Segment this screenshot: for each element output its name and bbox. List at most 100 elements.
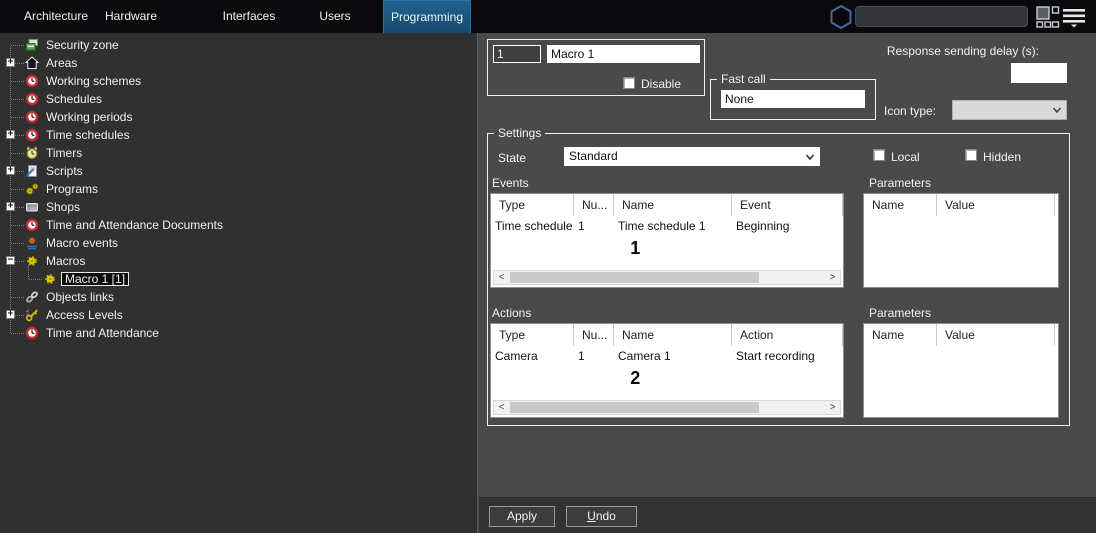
tree-item-scripts[interactable]: +Scripts	[0, 162, 478, 180]
macro-identity-groupbox: Disable	[487, 39, 705, 96]
tree-item-label: Areas	[43, 56, 80, 70]
column-header[interactable]: Action	[732, 324, 843, 346]
macro-number-field[interactable]	[493, 45, 541, 63]
red-clock-icon	[25, 74, 39, 88]
macro-icon	[25, 254, 39, 268]
tree-item-timers[interactable]: Timers	[0, 144, 478, 162]
expand-icon[interactable]: +	[6, 310, 15, 319]
table-row[interactable]: Time schedule1Time schedule 1Beginning	[491, 216, 843, 236]
scrollbar-thumb[interactable]	[510, 272, 759, 283]
search-input[interactable]	[855, 6, 1028, 27]
table-row[interactable]: Camera1Camera 1Start recording	[491, 346, 843, 366]
tree-item-areas[interactable]: + Areas	[0, 54, 478, 72]
column-header[interactable]: Name	[614, 324, 732, 346]
red-clock-icon	[25, 218, 39, 232]
expand-icon[interactable]: +	[6, 130, 15, 139]
events-table[interactable]: TypeNu...NameEventTime schedule1Time sch…	[490, 193, 844, 288]
tree-item-macro-events[interactable]: Macro events	[0, 234, 478, 252]
tree-item-label: Macros	[43, 254, 88, 268]
red-clock-icon	[25, 92, 39, 106]
tree-item-time-and-attendance[interactable]: Time and Attendance	[0, 324, 478, 342]
table-cell: Camera 1	[614, 346, 732, 366]
scroll-right-icon[interactable]: >	[825, 271, 840, 284]
table-cell: 1	[574, 216, 614, 236]
column-header[interactable]: Type	[491, 324, 574, 346]
column-header[interactable]: Name	[864, 324, 937, 346]
tree-item-label: Time schedules	[43, 128, 133, 142]
tree-item-shops[interactable]: +Shops	[0, 198, 478, 216]
tree-item-schedules[interactable]: Schedules	[0, 90, 478, 108]
state-label: State	[498, 151, 526, 165]
events-parameters-table[interactable]: NameValue	[863, 193, 1059, 288]
state-value: Standard	[569, 149, 618, 163]
tab-hardware[interactable]: Hardware	[87, 0, 175, 33]
local-checkbox-label: Local	[891, 150, 920, 164]
chevron-down-icon	[1052, 105, 1062, 115]
scroll-left-icon[interactable]: <	[494, 401, 509, 414]
collapse-icon[interactable]: −	[6, 256, 15, 265]
expand-icon[interactable]: +	[6, 58, 15, 67]
events-parameters-label: Parameters	[869, 176, 931, 190]
tree-item-working-schemes[interactable]: Working schemes	[0, 72, 478, 90]
tree-item-security-zone[interactable]: Security zone	[0, 36, 478, 54]
icon-type-dropdown[interactable]	[952, 100, 1067, 120]
column-header[interactable]: Value	[937, 194, 1055, 216]
tab-interfaces[interactable]: Interfaces	[205, 0, 293, 33]
tab-programming[interactable]: Programming	[383, 0, 471, 33]
scroll-right-icon[interactable]: >	[825, 401, 840, 414]
horizontal-scrollbar[interactable]: < >	[493, 400, 841, 415]
column-header[interactable]: Type	[491, 194, 574, 216]
tree-item-label: Objects links	[43, 290, 117, 304]
expand-icon[interactable]: +	[6, 166, 15, 175]
column-header[interactable]: Name	[614, 194, 732, 216]
tree-item-label: Programs	[43, 182, 101, 196]
apply-button[interactable]: Apply	[489, 506, 555, 527]
hexagon-logo-icon	[828, 4, 854, 30]
column-header[interactable]: Nu...	[574, 324, 614, 346]
icon-type-label: Icon type:	[884, 104, 936, 118]
tree-item-macros[interactable]: − Macros	[0, 252, 478, 270]
grid-layout-icon[interactable]	[1036, 6, 1060, 28]
horizontal-scrollbar[interactable]: < >	[493, 270, 841, 285]
key-icon	[25, 308, 39, 322]
local-checkbox[interactable]	[873, 149, 885, 161]
macro-event-icon	[25, 236, 39, 250]
tab-users[interactable]: Users	[291, 0, 379, 33]
scroll-left-icon[interactable]: <	[494, 271, 509, 284]
actions-table[interactable]: TypeNu...NameActionCamera1Camera 1Start …	[490, 323, 844, 418]
tree-item-time-and-attendance-documents[interactable]: Time and Attendance Documents	[0, 216, 478, 234]
table-cell: Time schedule 1	[614, 216, 732, 236]
red-clock-icon	[25, 128, 39, 142]
scrollbar-thumb[interactable]	[510, 402, 759, 413]
fast-call-groupbox: Fast call	[710, 79, 876, 120]
tree-item-macro-1-1[interactable]: Macro 1 [1]	[0, 270, 478, 288]
macro-name-field[interactable]	[547, 45, 700, 63]
tree-item-label: Macro 1 [1]	[61, 272, 129, 286]
expand-icon[interactable]: +	[6, 202, 15, 211]
hamburger-menu-icon[interactable]	[1062, 8, 1086, 28]
tree-item-time-schedules[interactable]: + Time schedules	[0, 126, 478, 144]
disable-checkbox[interactable]	[623, 77, 635, 89]
response-delay-field[interactable]	[1011, 63, 1067, 83]
table-header: NameValue	[864, 324, 1058, 346]
top-navigation-bar: ArchitectureHardwareInterfacesUsersProgr…	[0, 0, 1096, 33]
column-header[interactable]: Name	[864, 194, 937, 216]
state-dropdown[interactable]: Standard	[564, 147, 820, 166]
undo-button[interactable]: Undo	[566, 506, 637, 527]
tree-item-programs[interactable]: Programs	[0, 180, 478, 198]
tree-item-access-levels[interactable]: +Access Levels	[0, 306, 478, 324]
actions-parameters-table[interactable]: NameValue	[863, 323, 1059, 418]
column-header[interactable]: Value	[937, 324, 1055, 346]
column-header[interactable]: Nu...	[574, 194, 614, 216]
hidden-checkbox[interactable]	[965, 149, 977, 161]
tree-item-working-periods[interactable]: Working periods	[0, 108, 478, 126]
gears-icon	[25, 182, 39, 196]
tree-item-label: Time and Attendance Documents	[43, 218, 226, 232]
fast-call-field[interactable]	[721, 90, 865, 108]
settings-title: Settings	[494, 126, 545, 140]
response-delay-label: Response sending delay (s):	[879, 44, 1039, 58]
tree-item-label: Security zone	[43, 38, 122, 52]
tree-item-objects-links[interactable]: Objects links	[0, 288, 478, 306]
column-header[interactable]: Event	[732, 194, 843, 216]
table-header: TypeNu...NameEvent	[491, 194, 843, 216]
